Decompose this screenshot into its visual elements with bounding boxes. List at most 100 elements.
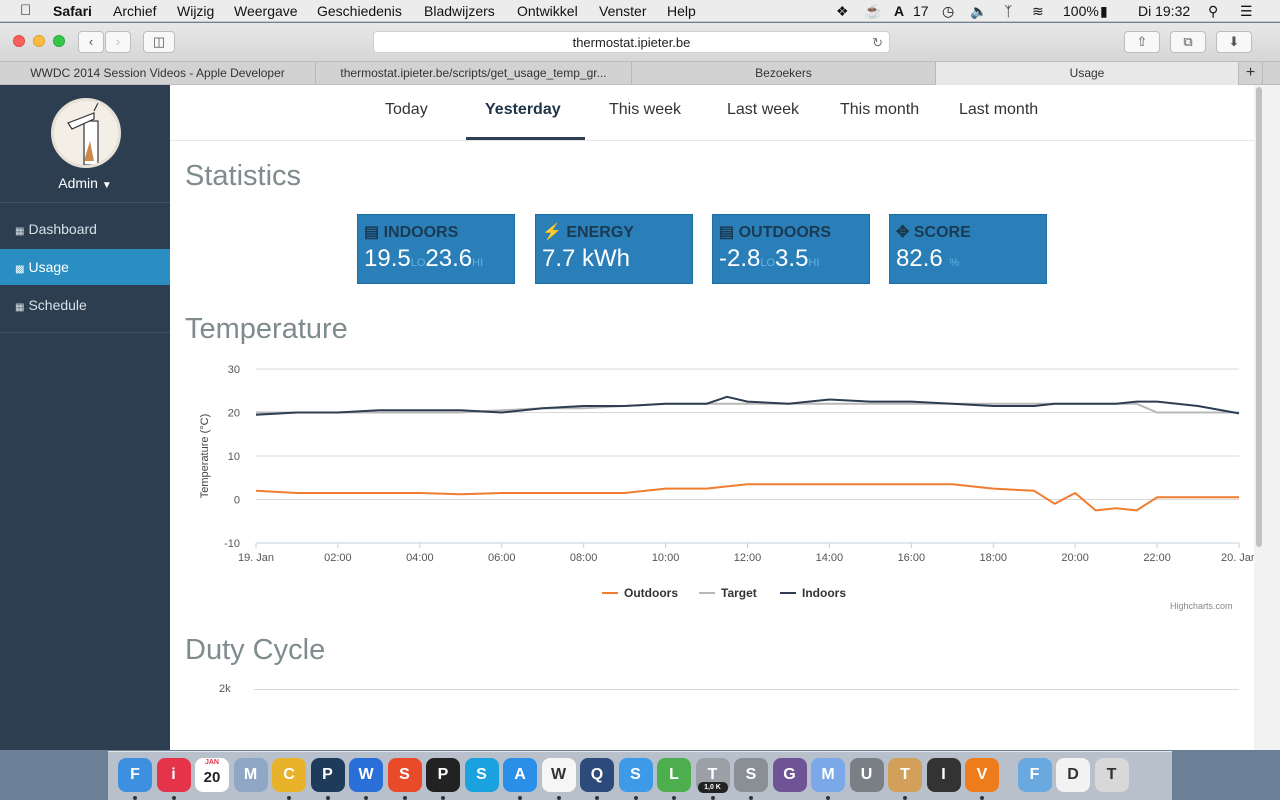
spotlight-icon[interactable]: ⚲ bbox=[1208, 3, 1218, 20]
dock-messages-icon[interactable]: M bbox=[811, 758, 845, 792]
scrollbar-thumb[interactable] bbox=[1256, 87, 1262, 547]
avatar[interactable] bbox=[51, 98, 121, 168]
dock-quicktime-icon[interactable]: Q bbox=[580, 758, 614, 792]
dock-app-store-icon[interactable]: A bbox=[503, 758, 537, 792]
tab-usage[interactable]: Usage bbox=[936, 62, 1239, 85]
tabs-overview-button[interactable]: ⧉ bbox=[1170, 31, 1206, 53]
dock-photoshop-icon[interactable]: P bbox=[310, 758, 345, 792]
menu-bladwijzers[interactable]: Bladwijzers bbox=[424, 3, 495, 19]
duty-gridline bbox=[254, 689, 1239, 690]
share-button[interactable]: ⇧ bbox=[1124, 31, 1160, 53]
tab-today[interactable]: Today bbox=[385, 101, 428, 119]
menu-app-name[interactable]: Safari bbox=[53, 3, 92, 19]
minimize-window-button[interactable] bbox=[33, 35, 45, 47]
dock-github-icon[interactable]: G bbox=[772, 758, 807, 792]
stat-value: 7.7 kWh bbox=[542, 245, 631, 272]
x-tick-label: 04:00 bbox=[406, 552, 434, 564]
time-machine-icon[interactable]: ◷ bbox=[942, 3, 954, 20]
sidebar-item-dashboard[interactable]: ▦ Dashboard bbox=[0, 211, 170, 247]
menu-help[interactable]: Help bbox=[667, 3, 696, 19]
dock-mail-icon[interactable]: M bbox=[233, 758, 268, 792]
battery-icon[interactable]: ▮ bbox=[1100, 3, 1108, 20]
tab-this-week[interactable]: This week bbox=[609, 101, 681, 119]
dock-plex-icon[interactable]: P bbox=[426, 758, 460, 792]
apple-icon[interactable]:  bbox=[20, 2, 31, 19]
dock-safari-icon[interactable]: S bbox=[618, 758, 653, 792]
bolt-icon: ⚡ bbox=[542, 224, 562, 241]
reload-icon[interactable]: ↻ bbox=[872, 32, 883, 53]
dock-trash-icon[interactable]: T bbox=[1094, 758, 1129, 792]
dock-vlc-icon[interactable]: V bbox=[965, 758, 999, 792]
dock-finder-icon[interactable]: F bbox=[118, 758, 152, 792]
stat-lo-value: 19.5 bbox=[364, 245, 411, 272]
downloads-button[interactable]: ⬇ bbox=[1216, 31, 1252, 53]
dock-running-indicator bbox=[402, 796, 407, 800]
dock-running-indicator bbox=[133, 796, 137, 800]
calendar-day: 20 bbox=[203, 769, 221, 786]
status-number[interactable]: 17 bbox=[913, 3, 929, 19]
coffee-icon[interactable]: ☕ bbox=[864, 3, 881, 20]
avatar-image bbox=[67, 102, 99, 165]
chart-credit[interactable]: Highcharts.com bbox=[1170, 601, 1233, 611]
address-bar[interactable]: thermostat.ipieter.be ↻ bbox=[373, 31, 890, 53]
dock-itunes-icon[interactable]: i bbox=[156, 758, 191, 792]
dock-instruments-icon[interactable]: I bbox=[926, 758, 961, 792]
menu-weergave[interactable]: Weergave bbox=[234, 3, 298, 19]
font-icon[interactable]: A bbox=[894, 3, 904, 19]
bluetooth-icon[interactable]: ᛉ bbox=[1004, 3, 1012, 19]
menu-geschiedenis[interactable]: Geschiedenis bbox=[317, 3, 402, 19]
tab-last-month[interactable]: Last month bbox=[959, 101, 1038, 119]
menu-ontwikkel[interactable]: Ontwikkel bbox=[517, 3, 578, 19]
sidebar: Admin ▼ ▦ Dashboard ▩ Usage ▦ Schedule bbox=[0, 85, 170, 750]
menu-archief[interactable]: Archief bbox=[113, 3, 157, 19]
tab-last-week[interactable]: Last week bbox=[727, 101, 799, 119]
dock-writer-icon[interactable]: W bbox=[541, 758, 576, 792]
dock-calendar-icon[interactable]: JAN 20 bbox=[195, 758, 229, 792]
dock-folder-icon[interactable]: F bbox=[1017, 758, 1052, 792]
page-scrollbar[interactable] bbox=[1254, 85, 1280, 750]
dock-chrome-icon[interactable]: C bbox=[272, 758, 306, 792]
battery-percent[interactable]: 100% bbox=[1063, 3, 1099, 19]
clock[interactable]: Di 19:32 bbox=[1138, 3, 1190, 19]
stat-card-energy: ⚡ ENERGY 7.7 kWh bbox=[535, 214, 693, 284]
sidebar-item-schedule[interactable]: ▦ Schedule bbox=[0, 287, 170, 323]
stat-hi-value: 23.6 bbox=[425, 245, 473, 272]
close-window-button[interactable] bbox=[13, 35, 25, 47]
dock-system-prefs-icon[interactable]: S bbox=[734, 758, 768, 792]
x-tick-label: 16:00 bbox=[898, 552, 926, 564]
tab-yesterday[interactable]: Yesterday bbox=[485, 101, 561, 119]
stat-lo-unit: LO bbox=[410, 257, 426, 269]
dock-webstorm-icon[interactable]: W bbox=[349, 758, 383, 792]
dock-transmit-icon[interactable]: T bbox=[888, 758, 922, 792]
sidebar-toggle-button[interactable]: ◫ bbox=[143, 31, 175, 53]
zoom-window-button[interactable] bbox=[53, 35, 65, 47]
grid-icon: ▦ bbox=[15, 226, 25, 237]
menu-venster[interactable]: Venster bbox=[599, 3, 646, 19]
notification-center-icon[interactable]: ☰ bbox=[1240, 3, 1253, 20]
volume-icon[interactable]: 🔈 bbox=[970, 3, 987, 20]
new-tab-button[interactable]: + bbox=[1239, 62, 1263, 85]
dock-skype-icon[interactable]: S bbox=[464, 758, 499, 792]
tab-bezoekers[interactable]: Bezoekers bbox=[632, 62, 936, 85]
duty-y-tick: 2k bbox=[219, 683, 231, 695]
dock-utilities-icon[interactable]: U bbox=[849, 758, 884, 792]
x-tick-label: 20. Jan bbox=[1221, 552, 1254, 564]
dropbox-icon[interactable]: ❖ bbox=[836, 3, 849, 20]
sidebar-item-usage[interactable]: ▩ Usage bbox=[0, 249, 170, 285]
main-content: Today Yesterday This week Last week This… bbox=[170, 85, 1254, 750]
dock-leaf-icon[interactable]: L bbox=[657, 758, 691, 792]
user-menu[interactable]: Admin ▼ bbox=[0, 175, 170, 191]
dock-sketch-icon[interactable]: S bbox=[387, 758, 422, 792]
period-tabs: Today Yesterday This week Last week This… bbox=[170, 85, 1254, 141]
back-button[interactable]: ‹ bbox=[78, 31, 104, 53]
dock-transmit-icon[interactable]: T 1,0 K bbox=[695, 758, 730, 793]
wifi-icon[interactable]: ≋ bbox=[1032, 3, 1044, 20]
dock-running-indicator bbox=[633, 796, 638, 800]
tab-get-usage[interactable]: thermostat.ipieter.be/scripts/get_usage_… bbox=[316, 62, 632, 85]
stat-label: ENERGY bbox=[566, 224, 634, 241]
forward-button[interactable]: › bbox=[105, 31, 131, 53]
dock-documents-icon[interactable]: D bbox=[1056, 758, 1090, 792]
menu-wijzig[interactable]: Wijzig bbox=[177, 3, 214, 19]
tab-this-month[interactable]: This month bbox=[840, 101, 919, 119]
tab-wwdc[interactable]: WWDC 2014 Session Videos - Apple Develop… bbox=[0, 62, 316, 85]
